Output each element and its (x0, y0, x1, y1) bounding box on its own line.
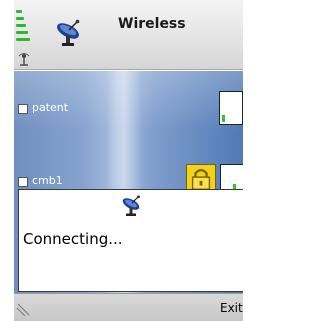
network-signal-level (222, 115, 225, 122)
network-name: patent (32, 101, 69, 114)
satellite-dish-icon (57, 19, 80, 46)
network-item[interactable]: patent (18, 99, 243, 123)
network-name: cmb1 (32, 174, 63, 187)
network-signal-icon (219, 91, 243, 125)
signal-strength-icon (16, 10, 30, 50)
title-bar: Wireless (14, 0, 243, 70)
satellite-dish-icon (122, 195, 140, 216)
exit-softkey[interactable]: Exit (220, 301, 243, 315)
app-title: Wireless (118, 16, 186, 32)
dialog-message: Connecting... (23, 230, 123, 248)
network-checkbox[interactable] (18, 104, 28, 114)
connecting-dialog: Connecting... (18, 189, 243, 292)
antenna-icon (18, 53, 30, 66)
softkey-bar: Exit (14, 293, 243, 321)
resize-grip-icon (16, 303, 30, 316)
status-area (14, 0, 36, 70)
network-checkbox[interactable] (18, 177, 28, 187)
wireless-app-screen: Wireless patent cmb1 Connecting... Exit (14, 0, 243, 321)
